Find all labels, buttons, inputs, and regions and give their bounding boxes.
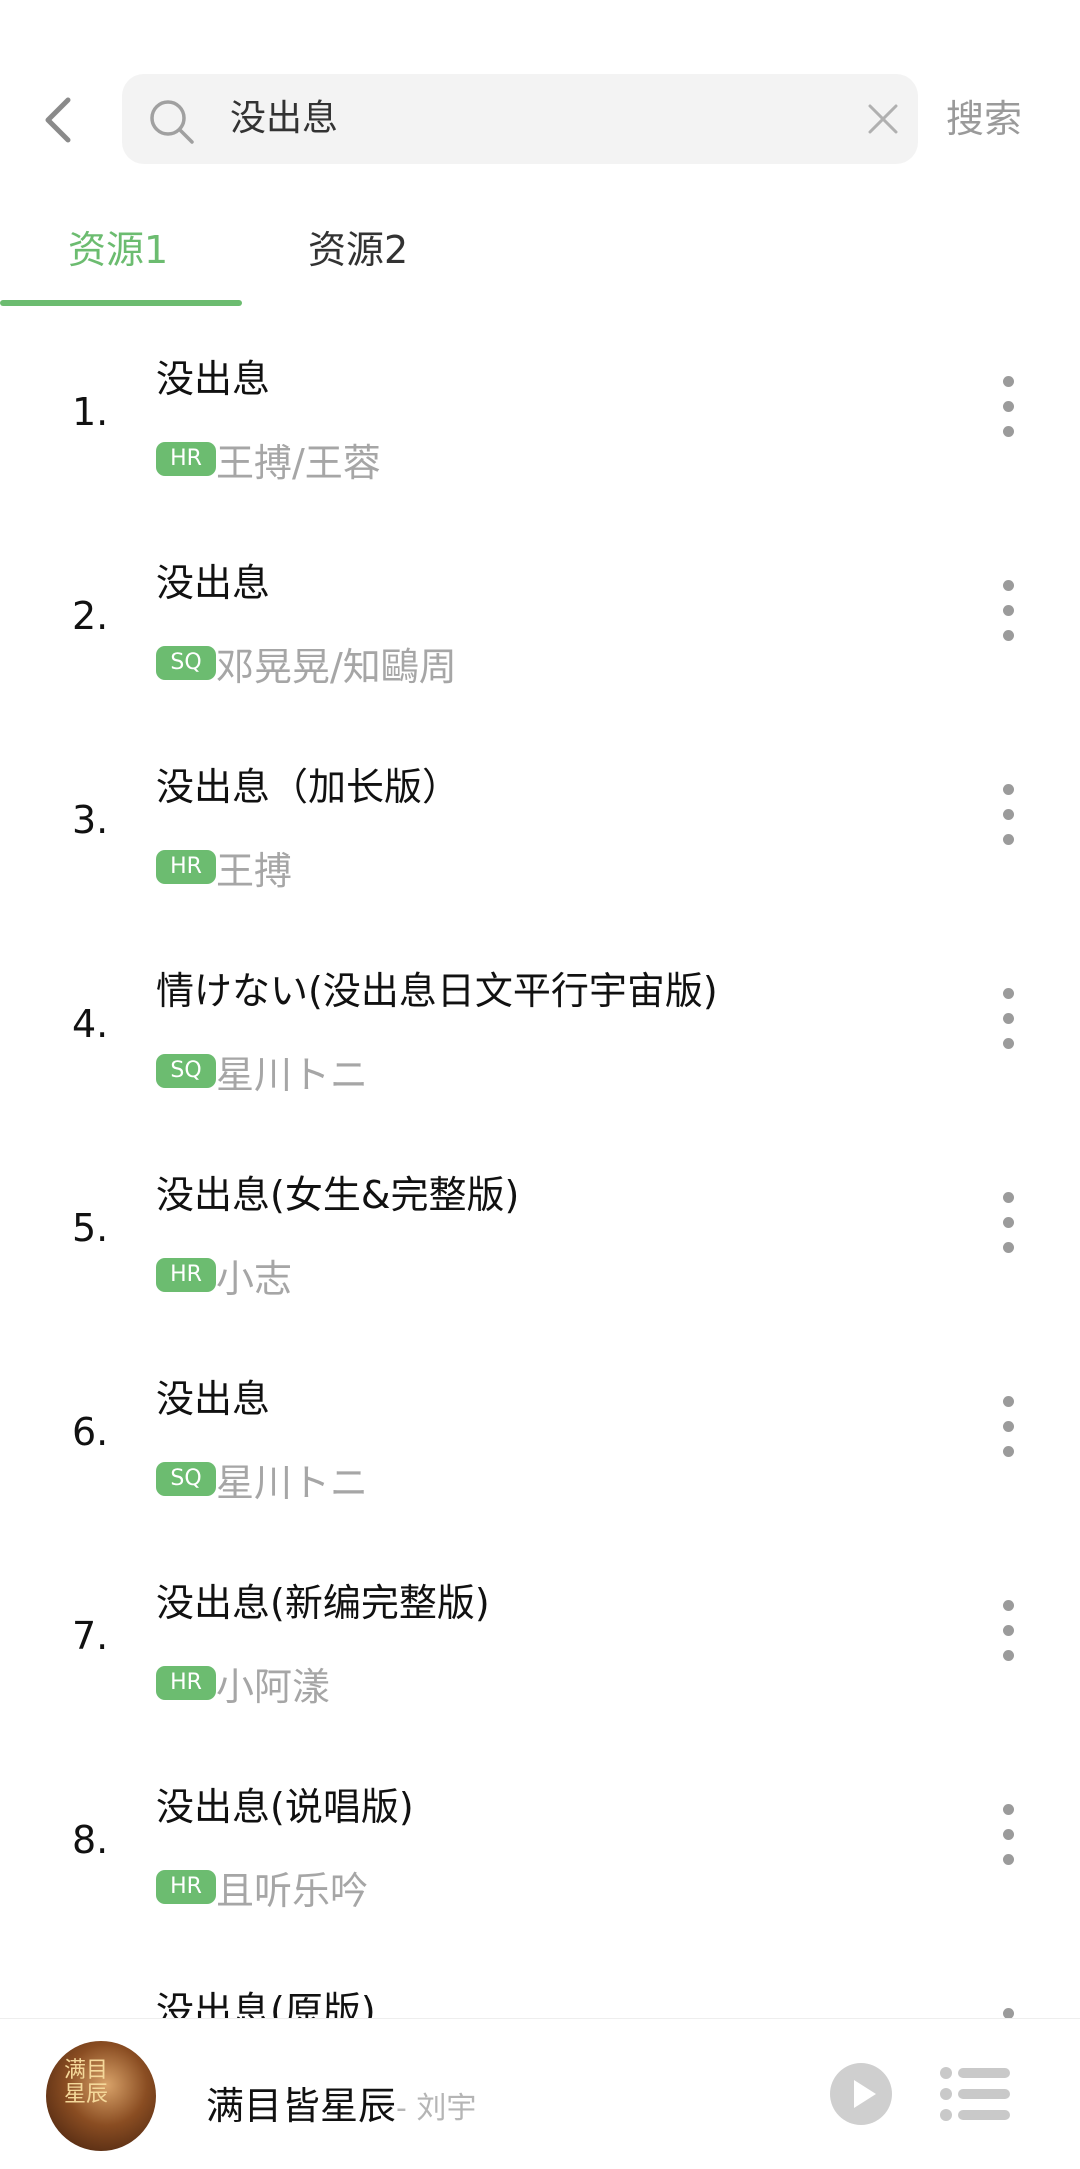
song-row[interactable]: 3. 没出息（加长版） HR 王搏 <box>0 718 1080 922</box>
song-row[interactable]: 5. 没出息(女生&完整版) HR 小志 <box>0 1126 1080 1330</box>
song-index: 8. <box>72 1818 109 1862</box>
song-row[interactable]: 8. 没出息(说唱版) HR 且听乐吟 <box>0 1738 1080 1942</box>
song-title: 没出息（加长版） <box>156 765 461 809</box>
back-icon <box>45 97 71 143</box>
search-icon <box>150 100 194 144</box>
song-title: 没出息 <box>156 561 271 605</box>
clear-icon[interactable] <box>862 98 904 140</box>
quality-badge: SQ <box>156 1462 216 1496</box>
mini-player[interactable]: 满目 星辰 满目皆星辰 - 刘宇 <box>0 2018 1080 2169</box>
search-input[interactable] <box>230 74 830 164</box>
song-title: 没出息 <box>156 357 271 401</box>
song-artist: 且听乐吟 <box>216 1869 369 1913</box>
quality-badge: HR <box>156 850 216 884</box>
top-bar: 搜索 <box>0 0 1080 190</box>
quality-badge: HR <box>156 1666 216 1700</box>
song-index: 7. <box>72 1614 109 1658</box>
now-playing-title[interactable]: 满目皆星辰 <box>206 2075 396 2130</box>
more-icon[interactable] <box>990 1192 1026 1264</box>
song-title: 没出息(女生&完整版) <box>156 1173 520 1217</box>
playlist-icon[interactable] <box>940 2065 1010 2123</box>
quality-badge: SQ <box>156 646 216 680</box>
more-icon[interactable] <box>990 1396 1026 1468</box>
song-artist: 王搏 <box>216 849 293 893</box>
song-artist: 小志 <box>216 1257 293 1301</box>
more-icon[interactable] <box>990 988 1026 1060</box>
album-cover[interactable]: 满目 星辰 <box>46 2041 156 2151</box>
song-title: 没出息(说唱版) <box>156 1785 414 1829</box>
song-row[interactable]: 4. 情けない(没出息日文平行宇宙版) SQ 星川トニ <box>0 922 1080 1126</box>
song-title: 没出息 <box>156 1377 271 1421</box>
song-index: 3. <box>72 798 109 842</box>
song-title: 没出息(原版) <box>156 1989 376 2020</box>
now-playing-artist: - 刘宇 <box>396 2091 477 2126</box>
back-button[interactable] <box>30 88 86 152</box>
more-icon[interactable] <box>990 1804 1026 1876</box>
song-artist: 小阿漾 <box>216 1665 331 1709</box>
song-row[interactable]: 6. 没出息 SQ 星川トニ <box>0 1330 1080 1534</box>
song-title: 没出息(新编完整版) <box>156 1581 490 1625</box>
song-title: 情けない(没出息日文平行宇宙版) <box>156 969 718 1013</box>
tab-indicator <box>0 300 242 306</box>
song-index: 6. <box>72 1410 109 1454</box>
song-index: 5. <box>72 1206 109 1250</box>
cover-art-lettering: 满目 星辰 <box>64 2058 109 2107</box>
quality-badge: HR <box>156 442 216 476</box>
source-tabs: 资源1 资源2 <box>0 190 1080 310</box>
song-artist: 星川トニ <box>216 1053 369 1097</box>
more-icon[interactable] <box>990 784 1026 856</box>
song-index: 4. <box>72 1002 109 1046</box>
song-row[interactable]: 7. 没出息(新编完整版) HR 小阿漾 <box>0 1534 1080 1738</box>
song-artist: 星川トニ <box>216 1461 369 1505</box>
tab-source-1[interactable]: 资源1 <box>68 220 168 280</box>
tab-source-2[interactable]: 资源2 <box>308 220 408 280</box>
song-row[interactable]: 没出息(原版) <box>0 1942 1080 2020</box>
song-index: 1. <box>72 390 109 434</box>
search-box[interactable] <box>122 74 918 164</box>
song-row[interactable]: 1. 没出息 HR 王搏/王蓉 <box>0 310 1080 514</box>
play-icon[interactable] <box>828 2061 894 2127</box>
song-artist: 王搏/王蓉 <box>216 441 381 485</box>
more-icon[interactable] <box>990 1600 1026 1672</box>
quality-badge: SQ <box>156 1054 216 1088</box>
song-index: 2. <box>72 594 109 638</box>
song-list[interactable]: 1. 没出息 HR 王搏/王蓉 2. 没出息 SQ 邓晃晃/知鷗周 3. 没出息… <box>0 310 1080 2020</box>
quality-badge: HR <box>156 1258 216 1292</box>
quality-badge: HR <box>156 1870 216 1904</box>
song-artist: 邓晃晃/知鷗周 <box>216 645 457 689</box>
more-icon[interactable] <box>990 580 1026 652</box>
search-button[interactable]: 搜索 <box>946 74 1022 164</box>
song-row[interactable]: 2. 没出息 SQ 邓晃晃/知鷗周 <box>0 514 1080 718</box>
more-icon[interactable] <box>990 376 1026 448</box>
